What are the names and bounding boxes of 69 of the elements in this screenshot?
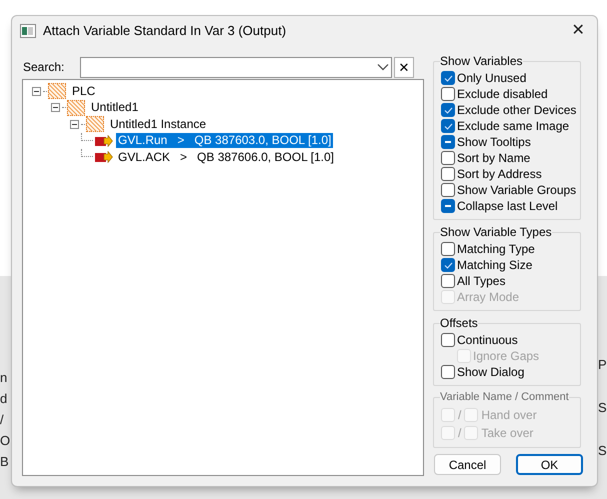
group-title: Variable Name / Comment (440, 390, 569, 405)
checkbox-label: Collapse last Level (457, 198, 558, 215)
checkbox[interactable] (441, 242, 455, 256)
checkbox[interactable] (441, 135, 455, 149)
clear-search-button[interactable]: ✕ (394, 56, 414, 78)
checkbox[interactable] (441, 199, 455, 213)
module-icon (67, 100, 85, 116)
checkbox-label: Matching Type (457, 241, 535, 258)
collapse-toggle-icon[interactable] (51, 103, 60, 112)
checkbox[interactable] (441, 183, 455, 197)
checkbox[interactable] (441, 258, 455, 272)
module-icon (86, 116, 104, 132)
checkbox[interactable] (441, 119, 455, 133)
group-title: Show Variables (440, 53, 522, 70)
checkbox-label: Sort by Address (457, 166, 542, 183)
tree-item[interactable]: Untitled1 (89, 100, 140, 116)
checkbox[interactable] (441, 71, 455, 85)
collapse-toggle-icon[interactable] (32, 86, 41, 96)
module-icon (48, 83, 66, 100)
background-text: n (0, 370, 8, 385)
background-text: O (0, 433, 10, 448)
close-button[interactable]: ✕ (563, 18, 593, 44)
group-title: Offsets (440, 315, 478, 332)
checkbox-label: Hand over (481, 406, 537, 424)
checkbox-label: Sort by Name (457, 150, 530, 167)
background-text: / (0, 412, 5, 427)
checkmark-icon (444, 74, 452, 82)
checkbox-label: Exclude other Devices (457, 102, 576, 119)
tree-item[interactable]: Untitled1 Instance (108, 116, 208, 132)
checkbox[interactable] (441, 87, 455, 101)
checkbox[interactable] (441, 151, 455, 165)
checkbox-label: Show Dialog (457, 364, 524, 381)
checkbox[interactable] (441, 333, 455, 347)
background-text: B (0, 454, 10, 469)
checkbox-label: Exclude disabled (457, 86, 548, 103)
checkbox[interactable] (441, 274, 455, 288)
background-text: P (598, 357, 607, 372)
background-text: S (598, 400, 607, 415)
tree-item[interactable]: GVL.ACK > QB 387606.0, BOOL [1.0] (116, 150, 336, 165)
checkbox-label: All Types (457, 273, 506, 290)
output-variable-icon (95, 151, 113, 164)
tree-item[interactable]: PLC (70, 84, 98, 99)
checkbox-label: Array Mode (457, 289, 520, 306)
checkbox-label: Matching Size (457, 257, 532, 274)
dialog-button[interactable]: OK (516, 454, 583, 475)
search-field[interactable] (80, 56, 392, 78)
dialog-button[interactable]: Cancel (434, 454, 501, 475)
separator-text: / (458, 424, 462, 442)
search-label: Search: (22, 59, 66, 76)
checkbox[interactable] (441, 365, 455, 379)
checkbox[interactable] (441, 167, 455, 181)
separator-text: / (458, 406, 462, 424)
checkbox-label: Take over (481, 424, 534, 442)
background-text: d (0, 391, 8, 406)
collapse-toggle-icon[interactable] (70, 120, 79, 129)
checkbox-label: Ignore Gaps (473, 348, 540, 365)
window-title: Attach Variable Standard In Var 3 (Output) (43, 22, 286, 40)
checkbox[interactable] (441, 103, 455, 117)
group-title: Show Variable Types (440, 224, 552, 241)
tree-item[interactable]: GVL.Run > QB 387603.0, BOOL [1.0] (116, 133, 334, 148)
checkbox-label: Show Tooltips (457, 134, 531, 151)
background-text: S (598, 443, 607, 458)
checkbox-label: Only Unused (457, 70, 526, 87)
checkmark-icon (444, 262, 452, 268)
checkbox-label: Show Variable Groups (457, 182, 576, 199)
app-icon (20, 24, 36, 38)
output-variable-icon (95, 134, 113, 147)
checkbox-label: Exclude same Image (457, 118, 570, 135)
checkbox-label: Continuous (457, 332, 518, 349)
